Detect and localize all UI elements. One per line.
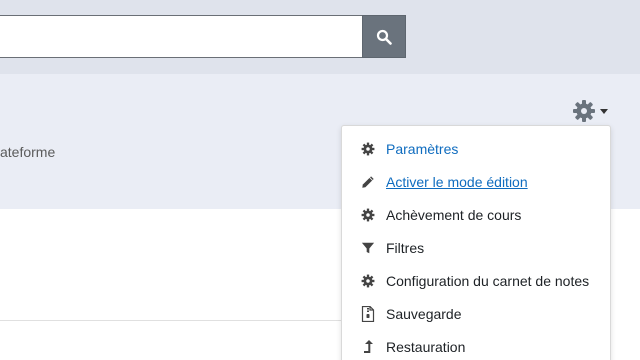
course-actions-toggle[interactable] — [572, 97, 616, 125]
menu-item-parametres[interactable]: Paramètres — [360, 137, 458, 161]
menu-item-filtres[interactable]: Filtres — [360, 236, 424, 260]
gear-icon — [573, 100, 595, 122]
menu-item-achevement-de-cours[interactable]: Achèvement de cours — [360, 203, 521, 227]
menu-item-label: Sauvegarde — [386, 306, 462, 322]
menu-item-label: Restauration — [386, 339, 466, 355]
chevron-down-icon — [600, 108, 608, 114]
filter-icon — [360, 240, 376, 256]
menu-item-label: Achèvement de cours — [386, 207, 522, 223]
header-subtitle: ateforme — [0, 144, 56, 160]
file-archive-icon — [360, 306, 376, 322]
course-actions-menu: Paramètres Activer le mode édition Achèv… — [341, 125, 611, 360]
section-divider — [0, 320, 342, 321]
menu-item-label: Activer le mode édition — [386, 174, 528, 190]
level-up-icon — [360, 339, 376, 355]
gear-icon — [360, 141, 376, 157]
menu-item-sauvegarde[interactable]: Sauvegarde — [360, 302, 462, 326]
pencil-icon — [360, 174, 376, 190]
menu-item-label: Paramètres — [386, 141, 459, 157]
search-button[interactable] — [362, 15, 406, 58]
menu-item-label: Configuration du carnet de notes — [386, 273, 590, 289]
menu-item-label: Filtres — [386, 240, 425, 256]
search-icon — [376, 29, 392, 45]
gear-icon — [360, 207, 376, 223]
gear-icon — [360, 273, 376, 289]
menu-item-configuration-carnet-de-notes[interactable]: Configuration du carnet de notes — [360, 269, 589, 293]
menu-item-activer-mode-edition[interactable]: Activer le mode édition — [360, 170, 528, 194]
search-input[interactable] — [0, 15, 364, 58]
menu-item-restauration[interactable]: Restauration — [360, 335, 465, 359]
